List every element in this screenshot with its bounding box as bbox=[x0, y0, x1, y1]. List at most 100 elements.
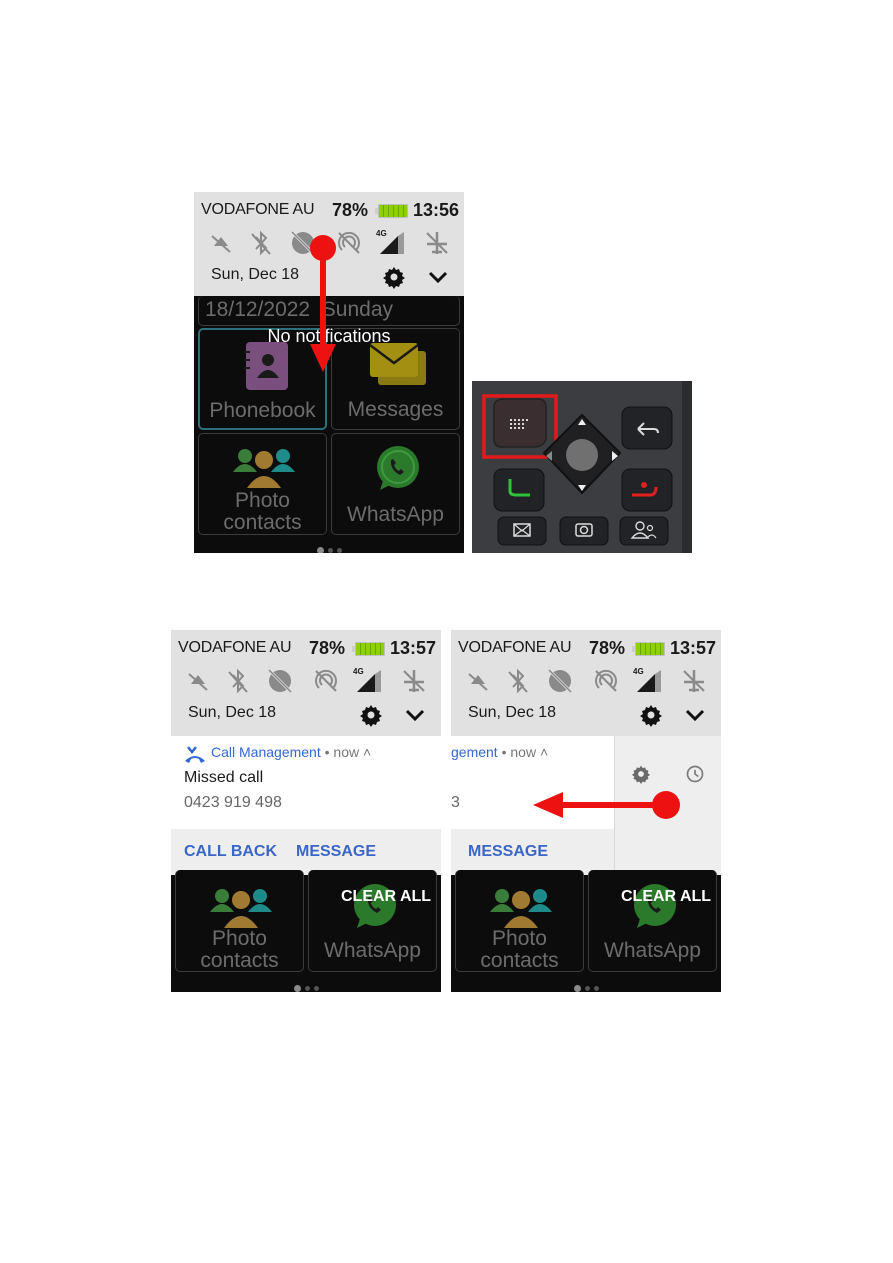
battery-icon bbox=[375, 204, 408, 218]
end-call-key[interactable] bbox=[621, 468, 673, 512]
date-label: Sun, Dec 18 bbox=[188, 704, 277, 721]
bluetooth-off-icon[interactable] bbox=[246, 228, 276, 258]
tile-whatsapp[interactable]: WhatsApp bbox=[331, 433, 460, 535]
tile-photo-contacts[interactable]: Photo contacts bbox=[198, 433, 327, 535]
keypad-illustration bbox=[472, 381, 692, 553]
tile-photo-contacts[interactable]: Photo contacts bbox=[455, 870, 584, 972]
tile-label: WhatsApp bbox=[347, 503, 444, 526]
missed-call-notification[interactable]: Call Management • now ˄ Missed call 0423… bbox=[171, 736, 441, 829]
settings-icon[interactable] bbox=[631, 764, 651, 784]
photo-contacts-icon bbox=[210, 889, 272, 928]
tile-label-line1: Photo bbox=[235, 489, 290, 512]
notification-body: 0423 919 498 bbox=[184, 794, 282, 811]
page-indicator bbox=[194, 542, 464, 553]
quick-settings-row: 4G bbox=[171, 666, 441, 698]
notification-shade: VODAFONE AU 78% 13:57 4G Sun, Dec 18 bbox=[171, 630, 441, 736]
missed-call-icon bbox=[185, 746, 205, 763]
notification-shade: VODAFONE AU 78% 13:57 4G Sun, Dec 18 bbox=[451, 630, 721, 736]
tile-label-line2: contacts bbox=[200, 949, 279, 972]
call-back-button[interactable]: CALL BACK bbox=[184, 843, 277, 861]
notification-time: • now bbox=[501, 744, 537, 760]
contacts-key[interactable] bbox=[619, 516, 669, 546]
tile-label-line2: contacts bbox=[480, 949, 559, 972]
page-indicator bbox=[451, 980, 721, 992]
notification-actions: CALL BACK MESSAGE bbox=[171, 829, 441, 875]
phonebook-icon bbox=[244, 342, 288, 390]
notification-actions: MESSAGE bbox=[451, 829, 614, 875]
tile-label-line2: contacts bbox=[223, 511, 302, 534]
notification-app-name: gement bbox=[451, 744, 498, 760]
settings-gear-icon[interactable] bbox=[382, 265, 406, 289]
clear-all-button[interactable]: CLEAR ALL bbox=[621, 888, 711, 906]
hotspot-off-icon[interactable] bbox=[591, 666, 621, 696]
collapse-caret-icon[interactable]: ˄ bbox=[363, 744, 371, 760]
hotspot-off-icon[interactable] bbox=[334, 228, 364, 258]
carrier-name: VODAFONE AU bbox=[201, 201, 315, 218]
mobile-signal-4g-icon[interactable]: 4G bbox=[376, 228, 406, 258]
notification-header: Call Management • now ˄ bbox=[211, 744, 371, 760]
signal-label: 4G bbox=[633, 667, 644, 676]
status-bar: VODAFONE AU 78% 13:56 bbox=[194, 198, 464, 222]
expand-chevron-icon[interactable] bbox=[426, 265, 450, 289]
screenshot-missed-call-notification: VODAFONE AU 78% 13:57 4G Sun, Dec 18 Cal… bbox=[171, 630, 441, 992]
silent-off-icon[interactable] bbox=[206, 228, 236, 258]
settings-gear-icon[interactable] bbox=[359, 703, 383, 727]
signal-label: 4G bbox=[376, 229, 387, 238]
airplane-off-icon[interactable] bbox=[399, 666, 429, 696]
tile-photo-contacts[interactable]: Photo contacts bbox=[175, 870, 304, 972]
quick-settings-row: 4G bbox=[451, 666, 721, 698]
tile-label-line1: Photo bbox=[492, 927, 547, 950]
battery-icon bbox=[632, 642, 665, 656]
clock: 13:57 bbox=[670, 638, 717, 658]
call-key[interactable] bbox=[493, 468, 545, 512]
airplane-off-icon[interactable] bbox=[422, 228, 452, 258]
clear-all-button[interactable]: CLEAR ALL bbox=[341, 888, 431, 906]
bluetooth-off-icon[interactable] bbox=[503, 666, 533, 696]
collapse-caret-icon[interactable]: ˄ bbox=[540, 744, 548, 760]
screenshot-notification-shade-empty: VODAFONE AU 78% 13:56 4G Sun, Dec 18 18/… bbox=[194, 192, 464, 553]
data-saver-off-icon[interactable] bbox=[545, 666, 575, 696]
silent-off-icon[interactable] bbox=[463, 666, 493, 696]
mobile-signal-4g-icon[interactable]: 4G bbox=[353, 666, 383, 696]
snooze-clock-icon[interactable] bbox=[685, 764, 705, 784]
settings-gear-icon[interactable] bbox=[639, 703, 663, 727]
menu-key[interactable] bbox=[493, 398, 547, 448]
status-bar: VODAFONE AU 78% 13:57 bbox=[451, 636, 721, 660]
tile-label: WhatsApp bbox=[324, 939, 421, 962]
silent-off-icon[interactable] bbox=[183, 666, 213, 696]
message-key[interactable] bbox=[497, 516, 547, 546]
tile-label: WhatsApp bbox=[604, 939, 701, 962]
whatsapp-icon bbox=[377, 446, 419, 490]
mobile-signal-4g-icon[interactable]: 4G bbox=[633, 666, 663, 696]
swipe-down-arrow bbox=[310, 235, 336, 372]
tile-whatsapp[interactable]: WhatsApp bbox=[588, 870, 717, 972]
back-key[interactable] bbox=[621, 406, 673, 450]
tile-whatsapp[interactable]: WhatsApp bbox=[308, 870, 437, 972]
page-indicator bbox=[171, 980, 441, 992]
battery-percent: 78% bbox=[332, 200, 369, 220]
camera-key[interactable] bbox=[559, 516, 609, 546]
data-saver-off-icon[interactable] bbox=[265, 666, 295, 696]
expand-chevron-icon[interactable] bbox=[403, 703, 427, 727]
messages-icon bbox=[369, 343, 426, 385]
tile-label: Phonebook bbox=[209, 399, 316, 422]
hotspot-off-icon[interactable] bbox=[311, 666, 341, 696]
status-bar: VODAFONE AU 78% 13:57 bbox=[171, 636, 441, 660]
bluetooth-off-icon[interactable] bbox=[223, 666, 253, 696]
keypad-photo bbox=[472, 381, 692, 553]
date-row: Sun, Dec 18 bbox=[451, 700, 721, 727]
notification-time: • now bbox=[324, 744, 360, 760]
photo-contacts-icon bbox=[490, 889, 552, 928]
notification-app-name: Call Management bbox=[211, 744, 321, 760]
message-button[interactable]: MESSAGE bbox=[468, 843, 548, 861]
signal-label: 4G bbox=[353, 667, 364, 676]
message-button[interactable]: MESSAGE bbox=[296, 843, 376, 861]
swipe-left-arrow bbox=[533, 791, 680, 819]
date-row: Sun, Dec 18 bbox=[171, 700, 441, 727]
screenshot-swipe-notification: VODAFONE AU 78% 13:57 4G Sun, Dec 18 gem… bbox=[451, 630, 721, 992]
airplane-off-icon[interactable] bbox=[679, 666, 709, 696]
expand-chevron-icon[interactable] bbox=[683, 703, 707, 727]
date-banner-text: 18/12/2022 Sunday bbox=[205, 298, 393, 321]
battery-icon bbox=[352, 642, 385, 656]
carrier-name: VODAFONE AU bbox=[178, 639, 292, 656]
